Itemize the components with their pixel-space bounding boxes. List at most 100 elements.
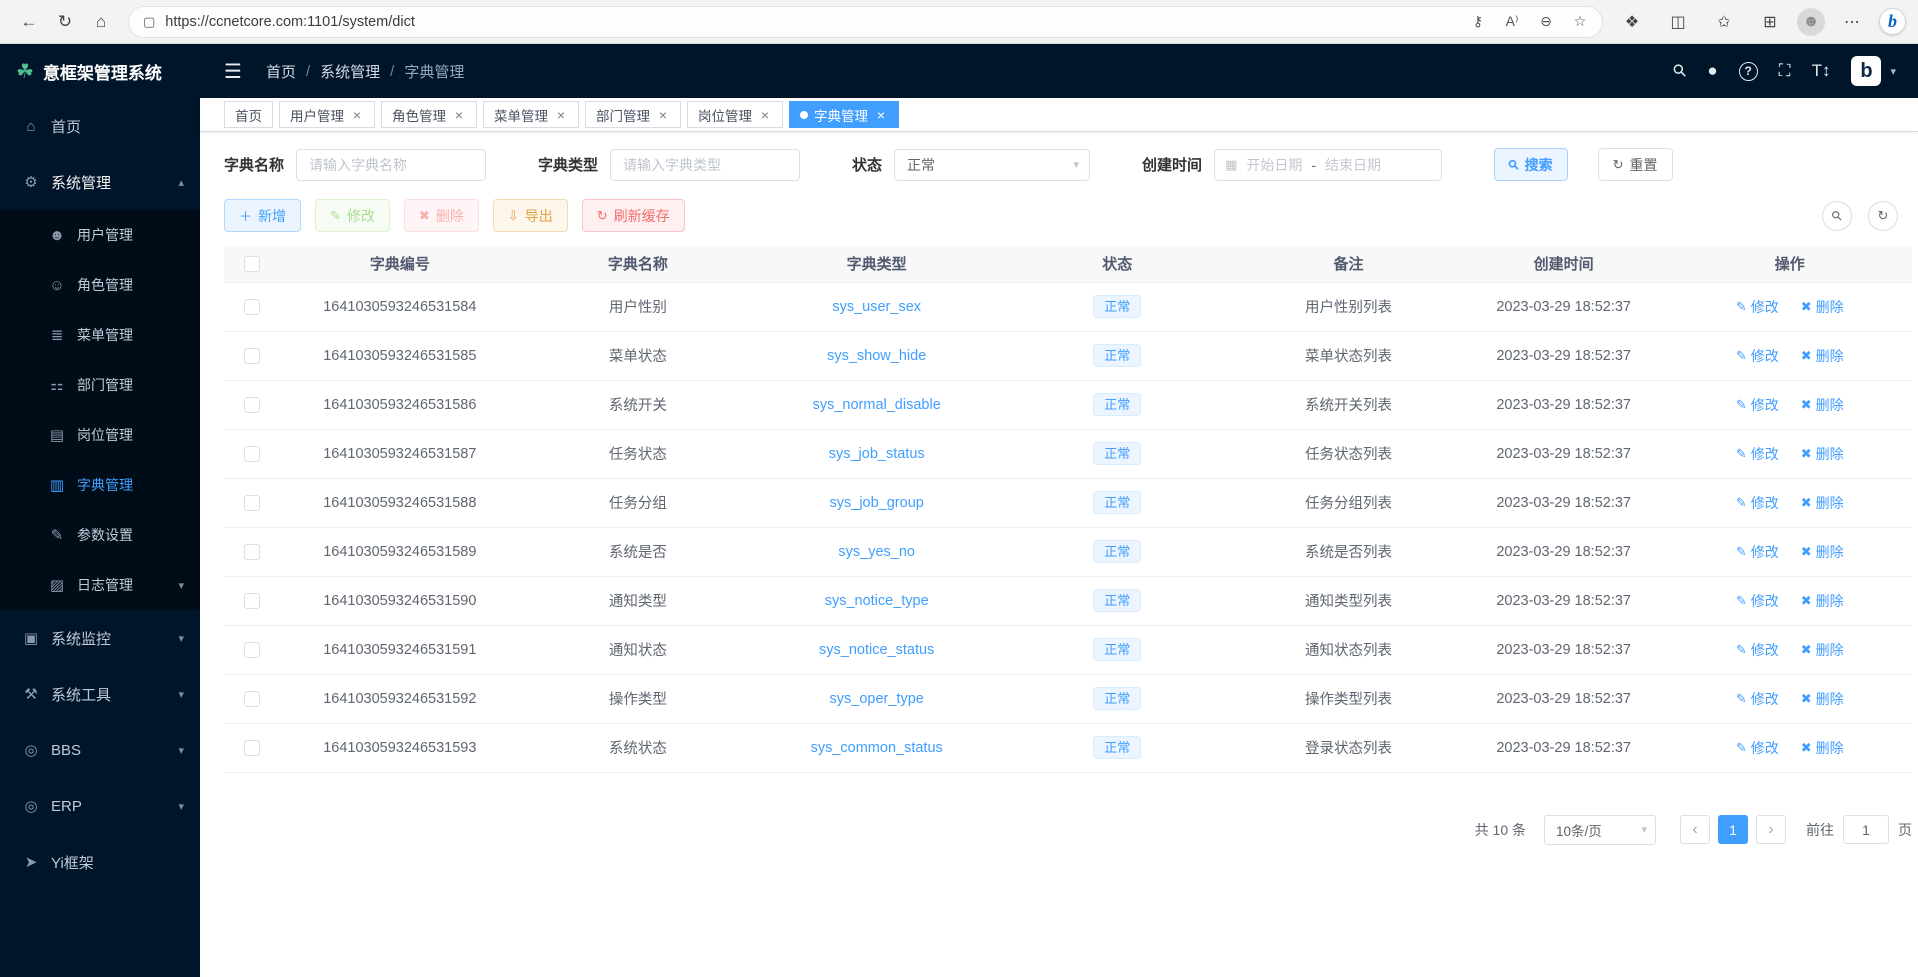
help-icon[interactable]: ? xyxy=(1739,62,1758,81)
sidebar-item-bbs[interactable]: ◎ BBS ▾ xyxy=(0,722,200,778)
row-edit-button[interactable]: ✎ 修改 xyxy=(1736,689,1779,709)
dict-type-link[interactable]: sys_notice_type xyxy=(825,593,929,609)
sidebar-item-role-mgmt[interactable]: ☺ 角色管理 xyxy=(0,260,200,310)
close-icon[interactable]: × xyxy=(656,107,670,123)
row-edit-button[interactable]: ✎ 修改 xyxy=(1736,542,1779,562)
collections-icon[interactable]: ⊞ xyxy=(1751,5,1789,39)
sidebar-item-system-monitor[interactable]: ▣ 系统监控 ▾ xyxy=(0,610,200,666)
dict-type-link[interactable]: sys_show_hide xyxy=(827,348,926,364)
row-edit-button[interactable]: ✎ 修改 xyxy=(1736,395,1779,415)
show-search-toggle-icon[interactable]: ⚲ xyxy=(1816,194,1858,236)
tab-home[interactable]: 首页 xyxy=(224,101,273,128)
dict-type-link[interactable]: sys_normal_disable xyxy=(813,397,941,413)
prev-page-button[interactable]: ‹ xyxy=(1680,815,1710,844)
row-delete-button[interactable]: ✖ 删除 xyxy=(1801,395,1844,415)
tab-dict-mgmt[interactable]: 字典管理 × xyxy=(789,101,899,128)
fullscreen-icon[interactable]: ⛶ xyxy=(1779,61,1791,81)
export-button[interactable]: ⇩ 导出 xyxy=(493,199,568,232)
chevron-down-icon[interactable]: ▾ xyxy=(1890,65,1896,78)
row-checkbox[interactable] xyxy=(244,348,260,364)
current-page-button[interactable]: 1 xyxy=(1718,815,1748,844)
tab-user-mgmt[interactable]: 用户管理 × xyxy=(279,101,375,128)
tab-role-mgmt[interactable]: 角色管理 × xyxy=(381,101,477,128)
tab-dept-mgmt[interactable]: 部门管理 × xyxy=(585,101,681,128)
browser-menu-icon[interactable]: ⋯ xyxy=(1833,5,1871,39)
row-edit-button[interactable]: ✎ 修改 xyxy=(1736,297,1779,317)
row-checkbox[interactable] xyxy=(244,446,260,462)
zoom-out-icon[interactable]: ⊖ xyxy=(1530,8,1562,36)
breadcrumb-home[interactable]: 首页 xyxy=(266,61,296,82)
bing-copilot-icon[interactable]: b xyxy=(1879,8,1906,35)
tab-menu-mgmt[interactable]: 菜单管理 × xyxy=(483,101,579,128)
refresh-cache-button[interactable]: ↻ 刷新缓存 xyxy=(582,199,685,232)
browser-home-icon[interactable]: ⌂ xyxy=(84,5,118,39)
row-edit-button[interactable]: ✎ 修改 xyxy=(1736,738,1779,758)
row-delete-button[interactable]: ✖ 删除 xyxy=(1801,591,1844,611)
read-aloud-icon[interactable]: A⁾ xyxy=(1496,8,1528,36)
sidebar-item-system-tools[interactable]: ⚒ 系统工具 ▾ xyxy=(0,666,200,722)
row-delete-button[interactable]: ✖ 删除 xyxy=(1801,640,1844,660)
row-delete-button[interactable]: ✖ 删除 xyxy=(1801,542,1844,562)
sidebar-item-param-settings[interactable]: ✎ 参数设置 xyxy=(0,510,200,560)
search-button[interactable]: ⚲ 搜索 xyxy=(1494,148,1568,181)
row-checkbox[interactable] xyxy=(244,740,260,756)
row-checkbox[interactable] xyxy=(244,593,260,609)
sidebar-item-home[interactable]: ⌂ 首页 xyxy=(0,98,200,154)
row-checkbox[interactable] xyxy=(244,495,260,511)
sidebar-item-post-mgmt[interactable]: ▤ 岗位管理 xyxy=(0,410,200,460)
delete-button[interactable]: ✖ 删除 xyxy=(404,199,479,232)
dict-type-link[interactable]: sys_yes_no xyxy=(838,544,915,560)
page-size-select[interactable]: 10条/页 ▾ xyxy=(1544,815,1656,845)
profile-avatar[interactable]: ☻ xyxy=(1797,8,1825,36)
sidebar-item-system-mgmt[interactable]: ⚙ 系统管理 ▴ xyxy=(0,154,200,210)
row-delete-button[interactable]: ✖ 删除 xyxy=(1801,297,1844,317)
select-all-checkbox[interactable] xyxy=(244,256,260,272)
app-logo[interactable]: ☘ 意框架管理系统 xyxy=(0,44,200,98)
site-info-icon[interactable]: ▢ xyxy=(143,14,155,30)
next-page-button[interactable]: › xyxy=(1756,815,1786,844)
sidebar-item-menu-mgmt[interactable]: ≣ 菜单管理 xyxy=(0,310,200,360)
row-checkbox[interactable] xyxy=(244,397,260,413)
tab-post-mgmt[interactable]: 岗位管理 × xyxy=(687,101,783,128)
row-edit-button[interactable]: ✎ 修改 xyxy=(1736,493,1779,513)
close-icon[interactable]: × xyxy=(452,107,466,123)
row-edit-button[interactable]: ✎ 修改 xyxy=(1736,346,1779,366)
row-delete-button[interactable]: ✖ 删除 xyxy=(1801,493,1844,513)
reload-icon[interactable]: ↻ xyxy=(48,5,82,39)
reset-button[interactable]: ↻ 重置 xyxy=(1598,148,1673,181)
dict-type-link[interactable]: sys_oper_type xyxy=(830,691,924,707)
address-bar[interactable]: ▢ https://ccnetcore.com:1101/system/dict… xyxy=(128,6,1603,38)
row-delete-button[interactable]: ✖ 删除 xyxy=(1801,444,1844,464)
sidebar-item-log-mgmt[interactable]: ▨ 日志管理 ▾ xyxy=(0,560,200,610)
close-icon[interactable]: × xyxy=(554,107,568,123)
row-delete-button[interactable]: ✖ 删除 xyxy=(1801,346,1844,366)
refresh-table-icon[interactable]: ↻ xyxy=(1868,201,1898,231)
search-icon[interactable]: ⚲ xyxy=(1669,60,1692,83)
row-checkbox[interactable] xyxy=(244,544,260,560)
row-delete-button[interactable]: ✖ 删除 xyxy=(1801,738,1844,758)
row-edit-button[interactable]: ✎ 修改 xyxy=(1736,444,1779,464)
add-favorite-icon[interactable]: ☆ xyxy=(1564,8,1596,36)
date-range-picker[interactable]: ▦ 开始日期 - 结束日期 xyxy=(1214,149,1442,181)
edit-button[interactable]: ✎ 修改 xyxy=(315,199,390,232)
dict-type-link[interactable]: sys_notice_status xyxy=(819,642,934,658)
goto-page-input[interactable] xyxy=(1843,815,1889,844)
row-checkbox[interactable] xyxy=(244,299,260,315)
sidebar-item-erp[interactable]: ◎ ERP ▾ xyxy=(0,778,200,834)
dict-type-link[interactable]: sys_user_sex xyxy=(832,299,921,315)
row-checkbox[interactable] xyxy=(244,642,260,658)
row-delete-button[interactable]: ✖ 删除 xyxy=(1801,689,1844,709)
sidebar-item-dict-mgmt[interactable]: ▥ 字典管理 xyxy=(0,460,200,510)
user-avatar[interactable]: b xyxy=(1851,56,1881,86)
row-edit-button[interactable]: ✎ 修改 xyxy=(1736,640,1779,660)
breadcrumb-system-mgmt[interactable]: 系统管理 xyxy=(320,61,380,82)
font-size-icon[interactable]: T↕ xyxy=(1812,61,1831,81)
sidebar-item-dept-mgmt[interactable]: ⚏ 部门管理 xyxy=(0,360,200,410)
dict-type-link[interactable]: sys_common_status xyxy=(811,740,943,756)
row-checkbox[interactable] xyxy=(244,691,260,707)
github-icon[interactable]: ● xyxy=(1707,61,1717,81)
add-button[interactable]: ＋ 新增 xyxy=(224,199,301,232)
status-select[interactable]: 正常 ▾ xyxy=(894,149,1090,181)
sidebar-item-yi-framework[interactable]: ➤ Yi框架 xyxy=(0,834,200,890)
dict-type-link[interactable]: sys_job_group xyxy=(830,495,924,511)
